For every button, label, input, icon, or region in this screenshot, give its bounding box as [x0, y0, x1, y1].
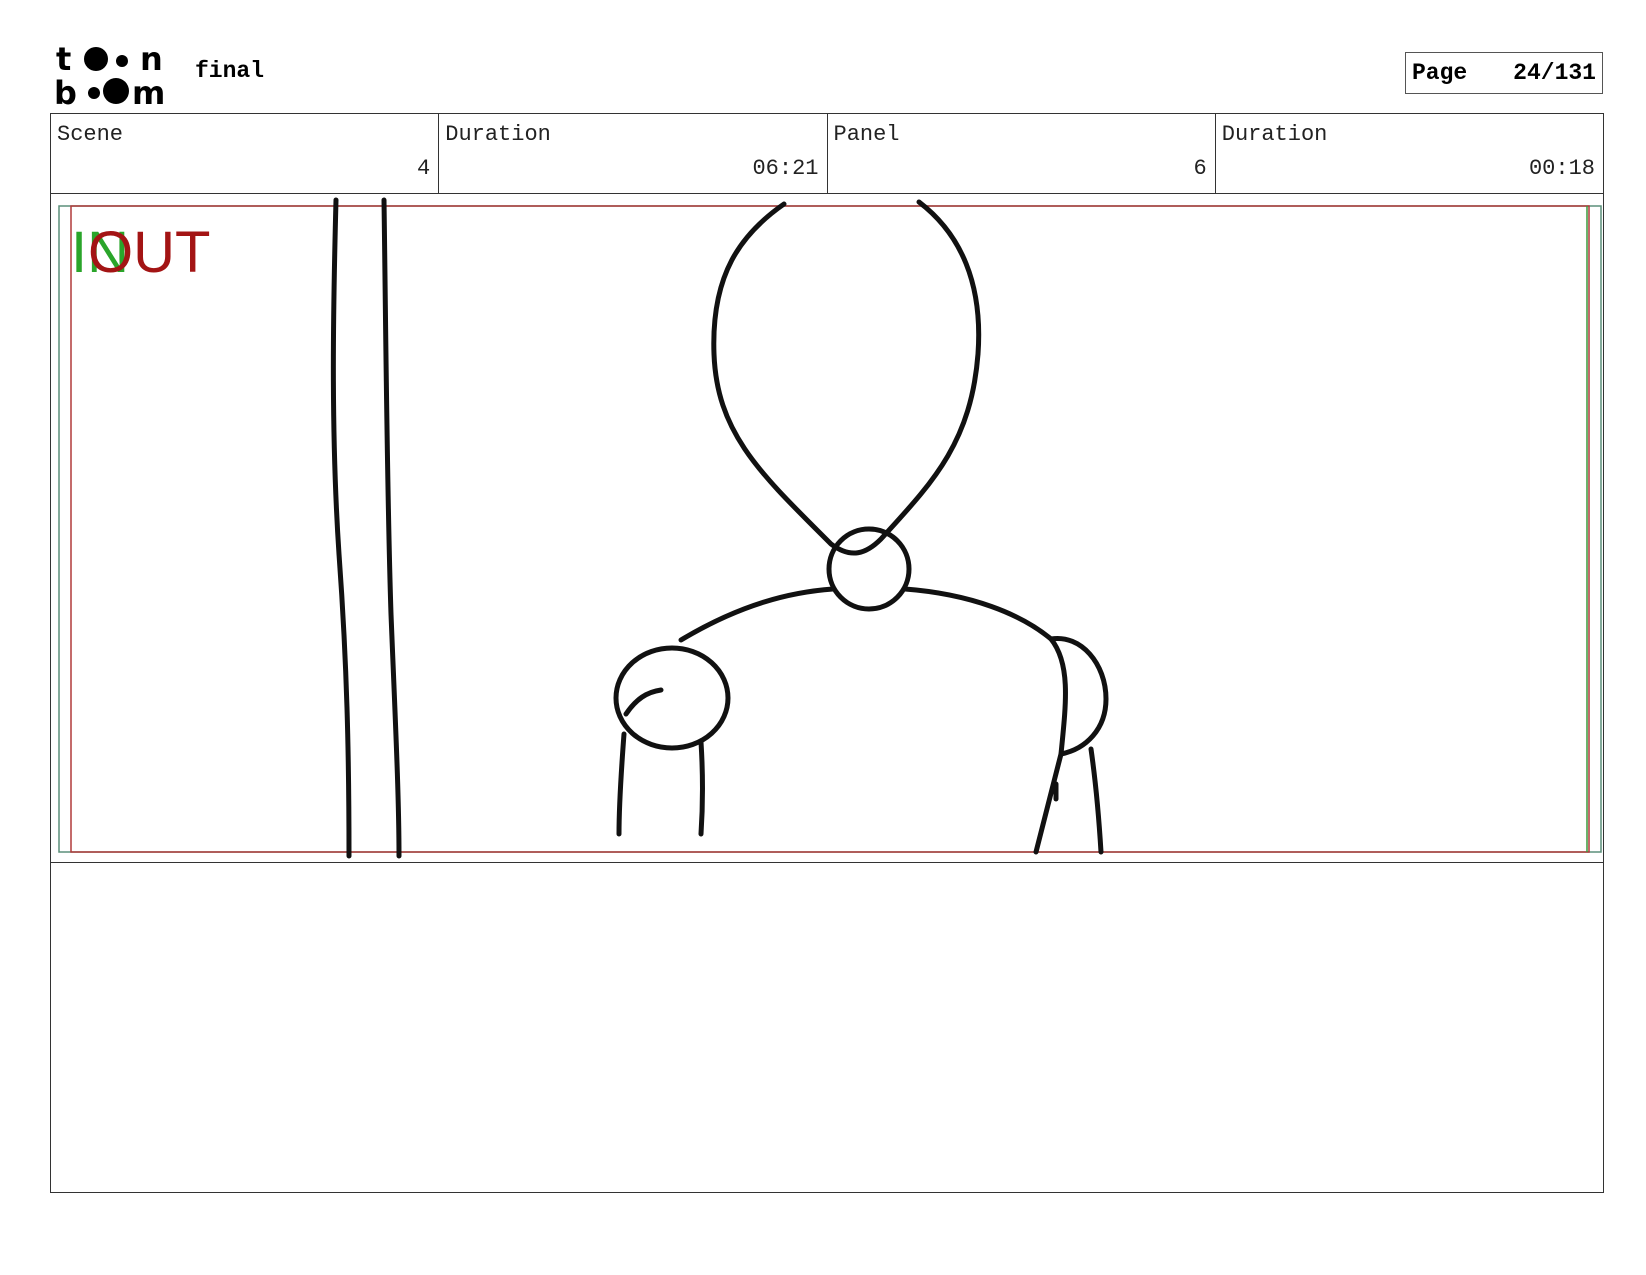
left-arm-line-inner [698, 739, 705, 837]
left-arm-joint [613, 645, 731, 751]
door-line-right [381, 197, 402, 859]
scene-label: Scene [57, 122, 124, 147]
sketch-lines [330, 197, 1109, 859]
right-arm-line [1088, 746, 1104, 855]
toonboom-logo: t n b m [54, 40, 172, 112]
svg-text:t: t [56, 42, 71, 78]
panel-label: Panel [833, 122, 900, 147]
neck-joint [826, 526, 912, 612]
page-label: Page [1412, 60, 1468, 86]
left-arm-detail [623, 687, 664, 717]
title-safe-frame [70, 205, 1590, 853]
page-number: 24/131 [1513, 60, 1596, 86]
action-safe-frame [58, 205, 1602, 853]
storyboard-panel[interactable]: IN OUT [50, 194, 1604, 863]
scene-duration-value: 06:21 [752, 156, 819, 181]
left-shoulder-line [678, 586, 836, 643]
panel-cell: Panel 6 [828, 114, 1216, 193]
scene-duration-cell: Duration 06:21 [439, 114, 828, 193]
panel-info-table: Scene 4 Duration 06:21 Panel 6 Duration … [50, 113, 1604, 194]
svg-text:b: b [54, 74, 77, 106]
project-title: final [195, 58, 265, 84]
left-arm-line-outer [616, 731, 627, 837]
scene-cell: Scene 4 [51, 114, 440, 193]
panel-notes-area[interactable] [50, 862, 1604, 1193]
scene-value: 4 [417, 156, 431, 181]
panel-sketch: IN OUT [58, 197, 1602, 859]
scene-duration-label: Duration [445, 122, 551, 147]
panel-duration-label: Duration [1221, 122, 1328, 147]
svg-text:n: n [140, 42, 163, 78]
panel-duration-value: 00:18 [1528, 156, 1595, 181]
head-outline [711, 199, 982, 556]
out-marker: OUT [88, 220, 210, 285]
panel-value: 6 [1193, 156, 1207, 181]
svg-text:m: m [132, 74, 165, 106]
page-indicator: Page 24/131 [1405, 52, 1603, 94]
door-line-left [330, 197, 352, 859]
panel-duration-cell: Duration 00:18 [1216, 114, 1603, 193]
right-shoulder-torso [902, 586, 1068, 855]
